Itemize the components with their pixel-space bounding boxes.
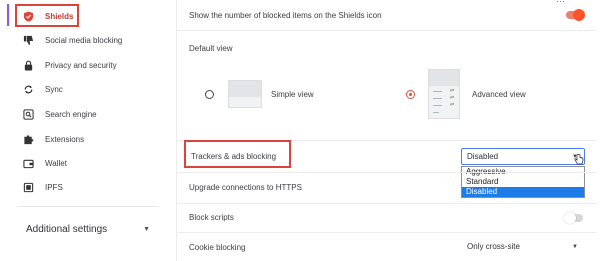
select-value: Only cross-site: [467, 242, 520, 251]
thumbnail-line: [433, 91, 442, 92]
ipfs-icon: [22, 181, 34, 193]
chevron-down-icon: ▼: [572, 244, 578, 250]
sidebar-item-wallet[interactable]: Wallet: [22, 153, 67, 173]
advanced-view-label: Advanced view: [472, 90, 526, 99]
sidebar-item-label: Extensions: [45, 134, 85, 144]
hand-cursor-icon: [574, 154, 584, 165]
cookie-blocking-select[interactable]: Only cross-site ▼: [461, 238, 585, 255]
row-divider: [176, 172, 596, 173]
sidebar-item-extensions[interactable]: Extensions: [22, 129, 84, 149]
trackers-blocking-select[interactable]: Disabled ▼: [461, 148, 585, 165]
dropdown-option-standard[interactable]: Standard: [462, 177, 584, 187]
scroll-hint-icon: ⋯: [556, 0, 565, 6]
toggle-knob: [564, 212, 576, 224]
thumbnail-line: [433, 105, 442, 106]
trackers-blocking-dropdown[interactable]: Aggressive Standard Disabled: [461, 166, 585, 198]
dropdown-option-disabled[interactable]: Disabled: [462, 187, 584, 197]
thumbnail-arrow-icon: ⇄: [450, 95, 455, 101]
additional-settings-label: Additional settings: [26, 224, 108, 235]
thumbnail-header: [429, 70, 459, 86]
simple-view-label: Simple view: [271, 90, 314, 99]
sidebar-item-label: Wallet: [45, 158, 67, 168]
advanced-view-radio[interactable]: [406, 90, 415, 99]
thumbnail-header: [229, 81, 261, 97]
advanced-view-thumbnail[interactable]: ⇄ ⇄ ⇄: [428, 69, 460, 119]
row-divider: [176, 232, 596, 233]
row-divider: [176, 203, 596, 204]
wallet-icon: [22, 157, 34, 169]
row-divider: [176, 30, 596, 31]
settings-sidebar: Shields Social media blocking Privacy an…: [0, 0, 170, 261]
select-value: Disabled: [467, 152, 499, 161]
sidebar-item-label: Sync: [45, 84, 63, 94]
show-count-toggle[interactable]: [566, 9, 585, 21]
toggle-knob: [573, 9, 585, 21]
sidebar-item-search-engine[interactable]: Search engine: [22, 104, 97, 124]
active-indicator: [7, 4, 10, 26]
sidebar-item-sync[interactable]: Sync: [22, 79, 63, 99]
default-view-label: Default view: [189, 44, 233, 53]
upgrade-https-label: Upgrade connections to HTTPS: [189, 183, 302, 192]
sync-icon: [22, 83, 34, 95]
show-count-label: Show the number of blocked items on the …: [189, 11, 382, 20]
thumbnail-line: [433, 98, 442, 99]
additional-settings-toggle[interactable]: Additional settings ▼: [26, 224, 150, 235]
sidebar-item-label: Search engine: [45, 109, 97, 119]
sidebar-item-ipfs[interactable]: IPFS: [22, 177, 63, 197]
block-scripts-label: Block scripts: [189, 213, 234, 222]
thumbs-down-icon: [22, 34, 34, 46]
shields-settings-panel: [176, 0, 596, 261]
sidebar-item-label: Social media blocking: [45, 35, 123, 45]
search-icon: [22, 108, 34, 120]
chevron-down-icon: ▼: [143, 226, 151, 233]
lock-icon: [22, 59, 34, 71]
thumbnail-arrow-icon: ⇄: [450, 88, 455, 94]
thumbnail-line: [433, 112, 439, 113]
simple-view-radio[interactable]: [205, 90, 214, 99]
thumbnail-arrow-icon: ⇄: [450, 102, 455, 108]
cookie-blocking-label: Cookie blocking: [189, 243, 246, 252]
sidebar-item-label: Privacy and security: [45, 60, 117, 70]
simple-view-thumbnail[interactable]: [228, 80, 262, 108]
block-scripts-toggle[interactable]: [564, 212, 583, 224]
puzzle-icon: [22, 133, 34, 145]
trackers-highlight-box: [184, 140, 291, 168]
sidebar-divider: [18, 206, 158, 207]
shields-highlight-box: [15, 4, 79, 27]
sidebar-item-social-media-blocking[interactable]: Social media blocking: [22, 30, 122, 50]
sidebar-item-label: IPFS: [45, 182, 63, 192]
sidebar-item-privacy-and-security[interactable]: Privacy and security: [22, 55, 117, 75]
